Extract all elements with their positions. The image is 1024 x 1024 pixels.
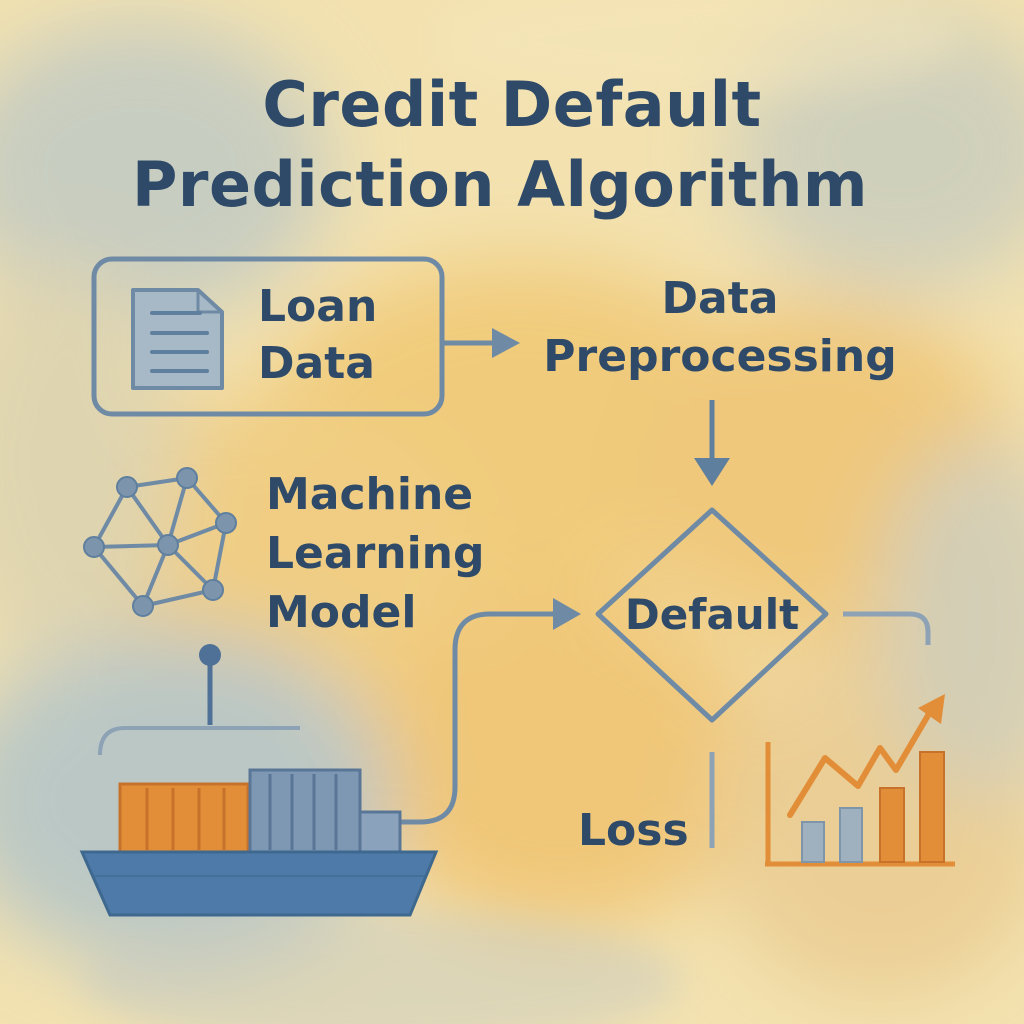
decision-label: Default — [624, 590, 800, 639]
loss-label: Loss — [578, 805, 689, 856]
title-line-2: Prediction Algorithm — [131, 148, 869, 221]
loan-data-label-line-2: Data — [258, 338, 375, 389]
title-line-1: Credit Default — [262, 68, 762, 141]
document-icon — [131, 288, 224, 390]
model-label-line-3: Model — [266, 587, 417, 638]
loan-data-label-line-1: Loan — [258, 281, 378, 332]
preprocessing-label-line-1: Data — [661, 273, 779, 324]
model-label-line-2: Learning — [266, 528, 485, 579]
model-label-line-1: Machine — [266, 469, 474, 520]
preprocessing-label-line-2: Preprocessing — [543, 331, 897, 382]
diagram-canvas: Credit Default Prediction Algorithm Loan… — [0, 0, 1024, 1024]
